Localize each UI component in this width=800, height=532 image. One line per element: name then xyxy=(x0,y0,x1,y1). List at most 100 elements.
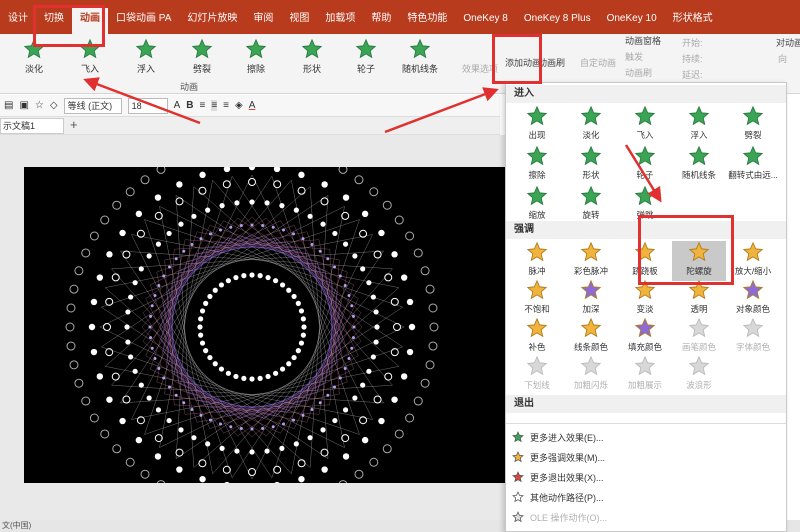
animation-pane-button[interactable]: 动画窗格 xyxy=(625,34,661,47)
ole-action-verbs-menu-item[interactable]: OLE 操作动作(O)... xyxy=(506,507,786,527)
entrance-effect[interactable]: 轮子 xyxy=(618,145,672,185)
ribbon-tab[interactable]: 加载项 xyxy=(317,8,363,34)
ribbon-animation-button[interactable]: 轮子 xyxy=(342,38,390,78)
reorder-label: 对动画 xyxy=(776,38,800,48)
ribbon-animation-button[interactable]: 擦除 xyxy=(232,38,280,78)
font-size-select[interactable]: 18 xyxy=(127,97,168,114)
menu-item-label: OLE 操作动作(O)... xyxy=(530,512,608,523)
align-left-icon[interactable]: ≡ xyxy=(199,100,205,111)
effect-label: 变淡 xyxy=(636,304,654,314)
ribbon-animation-label: 随机线条 xyxy=(401,64,438,74)
highlight-add-animation xyxy=(492,34,542,84)
mandala-graphic[interactable] xyxy=(24,167,506,483)
star-icon xyxy=(634,185,656,206)
effect-label: 对象颜色 xyxy=(735,304,770,314)
effect-label: 补色 xyxy=(528,342,546,352)
emphasis-effect[interactable]: 下划线 xyxy=(510,355,564,395)
trigger-button[interactable]: 触发 xyxy=(625,50,643,63)
more-entrance-effects-menu-item[interactable]: 更多进入效果(E)... xyxy=(506,427,786,447)
more-emphasis-effects-menu-item[interactable]: 更多强调效果(M)... xyxy=(506,447,786,467)
ribbon-animation-button[interactable]: 浮入 xyxy=(122,38,170,78)
emphasis-effect[interactable]: 加粗展示 xyxy=(618,355,672,395)
ribbon-tab[interactable]: 口袋动画 PA xyxy=(108,8,179,34)
emphasis-effect[interactable]: 不饱和 xyxy=(510,279,564,319)
effect-label: 透明 xyxy=(690,304,708,314)
entrance-effect[interactable]: 形状 xyxy=(564,145,618,185)
emphasis-effect[interactable]: 填充颜色 xyxy=(618,317,672,357)
highlight-animation-tab xyxy=(33,5,105,47)
ribbon-animation-label: 淡化 xyxy=(24,64,43,74)
entrance-effect[interactable]: 飞入 xyxy=(618,105,672,145)
ribbon-tab[interactable]: 形状格式 xyxy=(665,8,721,34)
more-exit-effects-menu-item[interactable]: 更多退出效果(X)... xyxy=(506,467,786,487)
effect-label: 翻转式由远... xyxy=(728,170,778,180)
align-center-icon[interactable]: ≡ xyxy=(211,100,218,111)
entrance-effect[interactable]: 浮入 xyxy=(672,105,726,145)
entrance-effect[interactable]: 旋转 xyxy=(564,185,618,225)
entrance-effect[interactable]: 出现 xyxy=(510,105,564,145)
bold-button[interactable]: B xyxy=(186,100,193,111)
animation-brush-button[interactable]: 动画刷 xyxy=(625,66,652,79)
emphasis-effect[interactable]: 彩色脉冲 xyxy=(564,241,618,281)
emphasis-effect[interactable]: 线条颜色 xyxy=(564,317,618,357)
emphasis-effect[interactable]: 透明 xyxy=(672,279,726,319)
effect-label: 加深 xyxy=(582,304,600,314)
effect-label: 浮入 xyxy=(690,130,708,140)
entrance-effect[interactable]: 劈裂 xyxy=(726,105,780,145)
effect-label: 画笔颜色 xyxy=(681,342,716,352)
entrance-effect[interactable]: 随机线条 xyxy=(672,145,726,185)
start-label: 开始: xyxy=(682,38,703,48)
font-grow-button[interactable]: A xyxy=(174,100,181,111)
ribbon-tab[interactable]: 幻灯片放映 xyxy=(179,8,245,34)
effect-label: 擦除 xyxy=(528,170,546,180)
emphasis-effect[interactable]: 对象颜色 xyxy=(726,279,780,319)
emphasis-effect[interactable]: 变淡 xyxy=(618,279,672,319)
align-right-icon[interactable]: ≡ xyxy=(223,100,229,111)
ribbon-tab[interactable]: 设计 xyxy=(0,8,36,34)
effect-label: 下划线 xyxy=(524,380,550,390)
ribbon-animation-button[interactable]: 劈裂 xyxy=(178,38,226,78)
paint-bucket-icon[interactable]: ◈ xyxy=(235,100,243,111)
emphasis-effect[interactable]: 画笔颜色 xyxy=(672,317,726,357)
move-earlier-button[interactable]: 向 xyxy=(778,52,787,65)
slide[interactable] xyxy=(24,167,506,483)
font-color-button[interactable]: A xyxy=(249,100,256,111)
entrance-effect[interactable]: 淡化 xyxy=(564,105,618,145)
font-family-select[interactable]: 等线 (正文) xyxy=(63,97,122,114)
document-tab[interactable]: 示文稿1 xyxy=(0,118,64,134)
ribbon-animation-button[interactable]: 形状 xyxy=(288,38,336,78)
entrance-effect[interactable]: 翻转式由远... xyxy=(726,145,780,185)
anim-painter-button[interactable]: 动画刷 xyxy=(538,56,565,69)
star-icon xyxy=(191,38,213,59)
entrance-effect[interactable]: 缩放 xyxy=(510,185,564,225)
ribbon-tab[interactable]: 审阅 xyxy=(245,8,281,34)
emphasis-effect[interactable]: 加深 xyxy=(564,279,618,319)
custom-animation-button[interactable]: 自定动画 xyxy=(580,56,616,69)
emphasis-effect[interactable]: 波浪形 xyxy=(672,355,726,395)
star-icon xyxy=(526,279,548,300)
emphasis-effect[interactable]: 补色 xyxy=(510,317,564,357)
other-motion-paths-menu-item[interactable]: 其他动作路径(P)... xyxy=(506,487,786,507)
ribbon-tab[interactable]: OneKey 10 xyxy=(599,8,665,34)
ribbon-tab[interactable]: OneKey 8 Plus xyxy=(516,8,599,34)
ribbon-tab[interactable]: OneKey 8 xyxy=(455,8,515,34)
effect-label: 旋转 xyxy=(582,210,600,220)
emphasis-effect[interactable]: 字体颜色 xyxy=(726,317,780,357)
effect-label: 线条颜色 xyxy=(573,342,608,352)
ribbon-tab[interactable]: 特色功能 xyxy=(399,8,455,34)
new-tab-button[interactable]: + xyxy=(70,117,78,132)
star-icon xyxy=(580,185,602,206)
star-icon[interactable]: ☆ xyxy=(35,100,44,111)
emphasis-effect[interactable]: 加粗闪烁 xyxy=(564,355,618,395)
paste-icon[interactable]: ▤ xyxy=(4,100,13,111)
ribbon-tab[interactable]: 帮助 xyxy=(363,8,399,34)
image-icon[interactable]: ▣ xyxy=(19,100,28,111)
star-icon xyxy=(742,279,764,300)
ribbon-tab[interactable]: 视图 xyxy=(281,8,317,34)
exit-section-header: 退出 xyxy=(506,395,786,413)
shapes-icon[interactable]: ◇ xyxy=(50,100,58,111)
ribbon-animation-button[interactable]: 随机线条 xyxy=(396,38,444,78)
entrance-effect[interactable]: 擦除 xyxy=(510,145,564,185)
emphasis-effect[interactable]: 放大/缩小 xyxy=(726,241,780,281)
emphasis-effect[interactable]: 脉冲 xyxy=(510,241,564,281)
